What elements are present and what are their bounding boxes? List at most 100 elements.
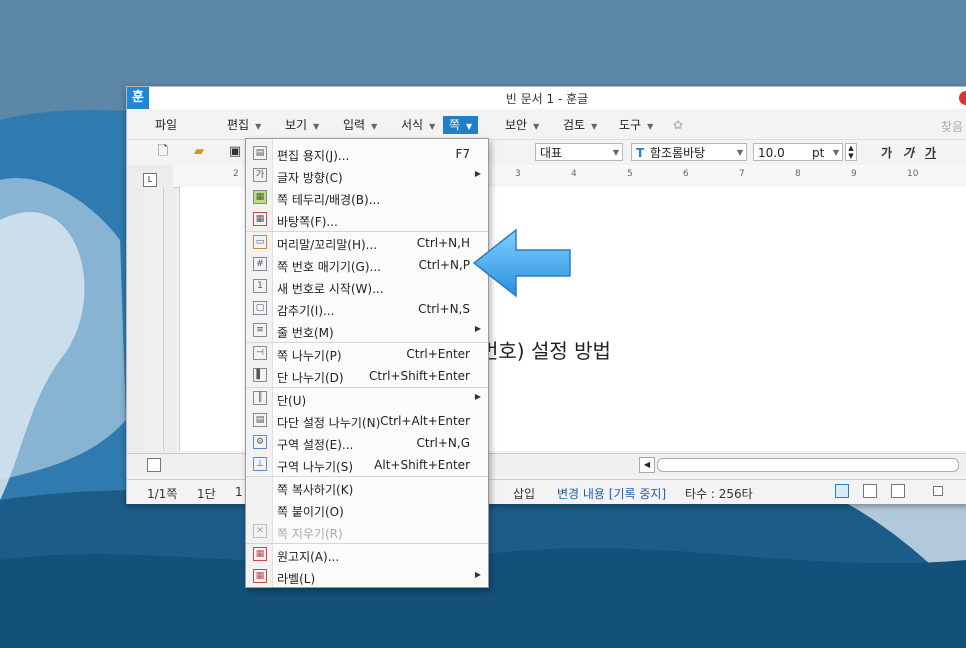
menu-item-label-print[interactable]: ▦ 라벨(L) ▶ [246, 566, 488, 588]
menu-edit[interactable]: 편집 ▼ [225, 116, 263, 134]
normal-view-icon[interactable] [835, 484, 849, 498]
bold-button[interactable]: 가 [881, 144, 892, 161]
tab-stop-icon[interactable]: L [143, 173, 157, 187]
menu-item-page-setup[interactable]: ▤ 편집 용지(J)... F7 [246, 143, 488, 165]
page-view-icon[interactable] [891, 484, 905, 498]
menu-page[interactable]: 쪽 ▼ [443, 116, 479, 134]
menu-item-label: 원고지(A)... [277, 550, 340, 564]
menu-item-label: 머리말/꼬리말(H)... [277, 238, 378, 252]
menu-item-columns[interactable]: ║ 단(U) ▶ [246, 388, 488, 410]
ruler-tick-label: 2 [233, 169, 239, 179]
ruler-tick-label: 7 [739, 169, 745, 179]
menu-item-label: 구역 설정(E)... [277, 438, 354, 452]
document-text[interactable]: 번호) 설정 방법 [480, 335, 611, 364]
ruler-tick-label: 8 [795, 169, 801, 179]
manuscript-icon: ▦ [253, 547, 267, 561]
underline-button[interactable]: 가 [925, 144, 936, 161]
font-combo-value: 함조롬바탕 [650, 146, 706, 160]
menu-item-label: 글자 방향(C) [277, 171, 343, 185]
chevron-down-icon: ▼ [466, 122, 473, 131]
menu-item-section-setup[interactable]: ⚙ 구역 설정(E)... Ctrl+N,G [246, 432, 488, 454]
menu-file[interactable]: 파일 [153, 116, 179, 134]
menu-item-text-direction[interactable]: 가 글자 방향(C) ▶ [246, 165, 488, 187]
page-icon[interactable] [147, 458, 161, 472]
menu-security-label: 보안 [505, 118, 528, 132]
delete-page-icon: ✕ [253, 524, 267, 538]
page-border-icon: ▦ [253, 190, 267, 204]
menu-item-label: 감추기(I)... [277, 304, 335, 318]
chevron-down-icon: ▼ [255, 122, 262, 131]
menu-item-label: 라벨(L) [277, 572, 316, 586]
font-type-icon: T [636, 146, 645, 160]
menu-tools[interactable]: 도구 ▼ [617, 116, 655, 134]
zoom-icon[interactable] [933, 486, 943, 496]
line-number-icon: ≡ [253, 323, 267, 337]
chevron-down-icon: ▼ [429, 122, 436, 131]
page-break-icon: ⊣ [253, 346, 267, 360]
chevron-down-icon: ▼ [736, 148, 743, 157]
italic-button[interactable]: 가 [903, 144, 914, 161]
menu-item-label: 쪽 붙이기(O) [277, 505, 344, 519]
hide-icon: ▢ [253, 301, 267, 315]
menu-item-label: 쪽 복사하기(K) [277, 483, 354, 497]
chevron-down-icon: ▼ [591, 122, 598, 131]
submenu-arrow-icon: ▶ [474, 169, 481, 178]
puzzle-icon[interactable]: ✿ [671, 116, 685, 134]
menu-item-header-footer[interactable]: ▭ 머리말/꼬리말(H)... Ctrl+N,H [246, 232, 488, 254]
window-title: 빈 문서 1 - 훈글 [505, 92, 589, 106]
find-label[interactable]: 찾음 [941, 118, 963, 135]
menu-item-page-break[interactable]: ⊣ 쪽 나누기(P) Ctrl+Enter [246, 343, 488, 365]
scroll-thumb[interactable] [657, 458, 959, 472]
ruler-tick-label: 4 [571, 169, 577, 179]
font-combo[interactable]: T 함조롬바탕 ▼ [631, 143, 747, 161]
ruler-tick-label: 3 [515, 169, 521, 179]
menu-security[interactable]: 보안 ▼ [503, 116, 541, 134]
menu-view[interactable]: 보기 ▼ [283, 116, 321, 134]
menu-format-label: 서식 [401, 118, 424, 132]
menu-item-section-break[interactable]: ⊥ 구역 나누기(S) Alt+Shift+Enter [246, 454, 488, 476]
menu-item-label: 새 번호로 시작(W)... [277, 282, 384, 296]
menu-item-copy-page[interactable]: 쪽 복사하기(K) [246, 477, 488, 499]
multi-column-break-icon: ▤ [253, 413, 267, 427]
menu-item-master-page[interactable]: ▦ 바탕쪽(F)... [246, 209, 488, 231]
save-icon[interactable]: ▣ [227, 144, 243, 160]
menu-item-paste-page[interactable]: 쪽 붙이기(O) [246, 499, 488, 521]
menu-insert[interactable]: 입력 ▼ [341, 116, 379, 134]
ruler-tick-label: 9 [851, 169, 857, 179]
menu-item-new-number[interactable]: 1 새 번호로 시작(W)... [246, 276, 488, 298]
menu-item-multi-column-break[interactable]: ▤ 다단 설정 나누기(N) Ctrl+Alt+Enter [246, 410, 488, 432]
menu-item-page-number[interactable]: # 쪽 번호 매기기(G)... Ctrl+N,P [246, 254, 488, 276]
font-size-unit: pt [812, 146, 825, 160]
chevron-down-icon: ▼ [371, 122, 378, 131]
ruler-tick-label: 5 [627, 169, 633, 179]
menu-item-page-border[interactable]: ▦ 쪽 테두리/배경(B)... [246, 187, 488, 209]
close-icon[interactable] [959, 91, 966, 105]
column-break-icon: ▌ [253, 368, 267, 382]
menu-item-label: 바탕쪽(F)... [277, 215, 338, 229]
menu-item-delete-page[interactable]: ✕ 쪽 지우기(R) [246, 521, 488, 543]
menu-item-shortcut: Ctrl+Alt+Enter [380, 414, 470, 428]
new-document-icon[interactable]: 🗋 [155, 144, 171, 160]
text-direction-icon: 가 [253, 168, 267, 182]
style-combo[interactable]: 대표 ▼ [535, 143, 623, 161]
menu-review[interactable]: 검토 ▼ [561, 116, 599, 134]
menu-item-column-break[interactable]: ▌ 단 나누기(D) Ctrl+Shift+Enter [246, 365, 488, 387]
menu-format[interactable]: 서식 ▼ [399, 116, 437, 134]
font-size-combo[interactable]: 10.0 pt ▼ [753, 143, 843, 161]
menu-item-hide[interactable]: ▢ 감추기(I)... Ctrl+N,S [246, 298, 488, 320]
new-number-icon: 1 [253, 279, 267, 293]
track-changes-status[interactable]: 변경 내용 [기록 중지] [557, 485, 666, 502]
open-folder-icon[interactable]: ▰ [191, 144, 207, 160]
menu-item-label: 줄 번호(M) [277, 326, 334, 340]
width-fit-icon[interactable] [863, 484, 877, 498]
menu-item-label: 쪽 나누기(P) [277, 349, 342, 363]
section-break-icon: ⊥ [253, 457, 267, 471]
font-size-stepper[interactable]: ▲ ▼ [845, 143, 857, 161]
menu-item-label: 편집 용지(J)... [277, 149, 350, 163]
menu-item-line-number[interactable]: ≡ 줄 번호(M) ▶ [246, 320, 488, 342]
menu-item-manuscript[interactable]: ▦ 원고지(A)... [246, 544, 488, 566]
vertical-ruler [145, 187, 164, 451]
scroll-left-icon[interactable]: ◀ [639, 457, 655, 473]
line-indicator: 1 [235, 485, 243, 499]
insert-mode[interactable]: 삽입 [513, 485, 535, 502]
